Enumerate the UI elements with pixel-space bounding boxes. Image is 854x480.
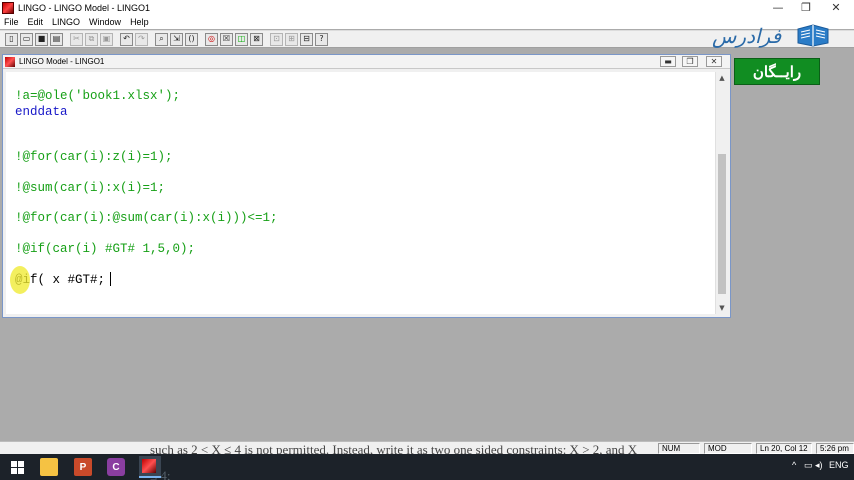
- scroll-thumb[interactable]: [718, 154, 726, 294]
- model-icon: [5, 56, 15, 67]
- new-button[interactable]: ▯: [5, 32, 18, 46]
- code-line: !@for(car(i):z(i)=1);: [15, 150, 173, 164]
- cascade-button[interactable]: ⊟: [300, 32, 313, 46]
- code-line: !@sum(car(i):x(i)=1;: [15, 181, 166, 195]
- num-lock-indicator: NUM: [658, 443, 700, 454]
- scroll-down-arrow-icon[interactable]: ▼: [716, 302, 728, 314]
- scroll-up-arrow-icon[interactable]: ▲: [716, 72, 728, 84]
- menu-window[interactable]: Window: [89, 17, 121, 27]
- model-window: LINGO Model - LINGO1 ▬ ❐ ✕ !a=@ole('book…: [2, 54, 731, 318]
- app-title-bar: LINGO - LINGO Model - LINGO1 — ❐ ✕: [0, 0, 854, 15]
- close-all-button[interactable]: ⊠: [250, 32, 263, 46]
- code-line: !@if(car(i) #GT# 1,5,0);: [15, 242, 196, 256]
- code-line: !a=@ole('book1.xlsx');: [15, 89, 181, 103]
- text-caret: [110, 272, 111, 286]
- close-button[interactable]: ✕: [822, 0, 850, 15]
- help-button[interactable]: ?: [315, 32, 328, 46]
- copy-button[interactable]: ⧉: [85, 32, 98, 46]
- tray-chevron-icon[interactable]: ^: [792, 460, 796, 470]
- taskbar: ≤ 4; P C ^ ▭ ◂) ENG: [0, 454, 854, 480]
- volume-icon[interactable]: ◂): [815, 460, 823, 471]
- powerpoint-icon[interactable]: P: [74, 458, 92, 476]
- faradars-logo: فرادرس: [712, 21, 834, 51]
- model-close-button[interactable]: ✕: [706, 56, 722, 67]
- model-window-titlebar[interactable]: LINGO Model - LINGO1 ▬ ❐ ✕: [3, 55, 730, 69]
- code-line: !@for(car(i):@sum(car(i):x(i)))<=1;: [15, 211, 278, 225]
- lingo-app-icon[interactable]: [2, 1, 14, 14]
- app-title: LINGO - LINGO Model - LINGO1: [18, 2, 151, 13]
- mouse-cursor-highlight: [10, 266, 30, 294]
- mod-indicator: MOD: [704, 443, 752, 454]
- logo-text: فرادرس: [712, 24, 782, 48]
- menu-lingo[interactable]: LINGO: [52, 17, 80, 27]
- code-line: enddata: [15, 105, 68, 119]
- match-paren-button[interactable]: (): [185, 32, 198, 46]
- model-window-title: LINGO Model - LINGO1: [19, 57, 105, 66]
- free-badge[interactable]: رایــگان: [734, 58, 820, 85]
- matrix-picture-button[interactable]: ◫: [235, 32, 248, 46]
- model-minimize-button[interactable]: ▬: [660, 56, 676, 67]
- model-restore-button[interactable]: ❐: [682, 56, 698, 67]
- book-icon: [797, 24, 829, 47]
- lingo-icon: [142, 459, 156, 473]
- menu-file[interactable]: File: [4, 17, 19, 27]
- time-indicator: 5:26 pm: [816, 443, 854, 454]
- find-button[interactable]: ⌕: [155, 32, 168, 46]
- solve-button[interactable]: ◎: [205, 32, 218, 46]
- windows-start-icon[interactable]: [8, 458, 26, 476]
- lingo-taskbar-button[interactable]: [139, 456, 161, 478]
- menu-help[interactable]: Help: [130, 17, 149, 27]
- menu-edit[interactable]: Edit: [28, 17, 44, 27]
- restore-button[interactable]: ❐: [792, 0, 820, 15]
- redo-button[interactable]: ↷: [135, 32, 148, 46]
- file-explorer-icon[interactable]: [40, 458, 58, 476]
- goto-line-button[interactable]: ⇲: [170, 32, 183, 46]
- line-col-indicator: Ln 20, Col 12: [756, 443, 812, 454]
- solution-button[interactable]: ☒: [220, 32, 233, 46]
- cut-button[interactable]: ✂: [70, 32, 83, 46]
- language-indicator[interactable]: ENG: [829, 460, 849, 470]
- vertical-scrollbar[interactable]: ▲ ▼: [715, 72, 728, 314]
- status-bar: such as 2 < X ≤ 4 is not permitted. Inst…: [0, 441, 854, 457]
- minimize-button[interactable]: —: [764, 0, 792, 15]
- c-app-icon[interactable]: C: [107, 458, 125, 476]
- open-button[interactable]: ▭: [20, 32, 33, 46]
- undo-button[interactable]: ↶: [120, 32, 133, 46]
- send-to-back-button[interactable]: ⊡: [270, 32, 283, 46]
- tile-button[interactable]: ⊞: [285, 32, 298, 46]
- paste-button[interactable]: ▣: [100, 32, 113, 46]
- code-editor[interactable]: !a=@ole('book1.xlsx'); enddata !@for(car…: [6, 72, 715, 314]
- save-button[interactable]: ■: [35, 32, 48, 46]
- network-icon[interactable]: ▭: [804, 460, 813, 471]
- print-button[interactable]: ▤: [50, 32, 63, 46]
